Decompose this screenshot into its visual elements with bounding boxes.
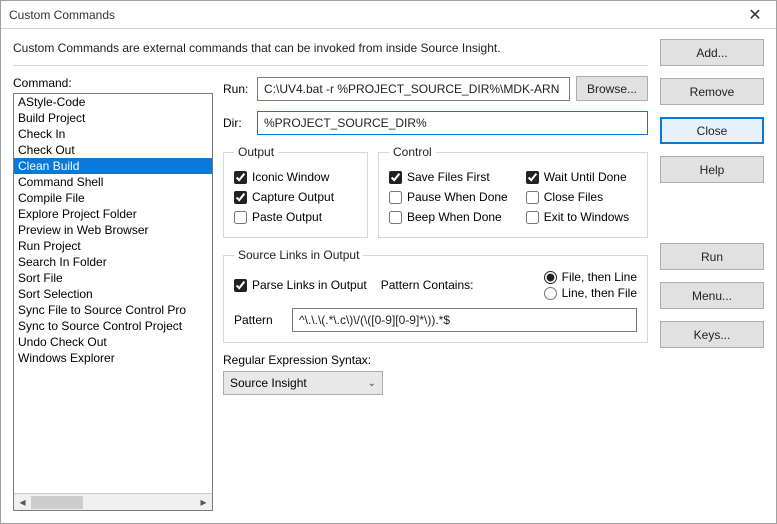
list-item[interactable]: Windows Explorer (14, 350, 212, 366)
close-icon[interactable]: ✕ (734, 1, 776, 29)
list-item[interactable]: Explore Project Folder (14, 206, 212, 222)
pause-when-done-check[interactable]: Pause When Done (389, 187, 508, 207)
window-title: Custom Commands (9, 8, 734, 22)
control-legend: Control (389, 145, 436, 159)
paste-output-check[interactable]: Paste Output (234, 207, 357, 227)
list-item[interactable]: Compile File (14, 190, 212, 206)
exit-to-windows-checkbox[interactable] (526, 211, 539, 224)
dir-input[interactable] (257, 111, 648, 135)
run-label: Run: (223, 82, 251, 96)
output-legend: Output (234, 145, 278, 159)
list-item[interactable]: Search In Folder (14, 254, 212, 270)
pattern-input[interactable] (292, 308, 637, 332)
source-links-legend: Source Links in Output (234, 248, 363, 262)
command-label: Command: (13, 76, 213, 90)
control-col-2: Wait Until Done Close Files Exit to Wind… (526, 167, 629, 227)
menu-button[interactable]: Menu... (660, 282, 764, 309)
list-item[interactable]: AStyle-Code (14, 94, 212, 110)
button-column: Add... Remove Close Help Run Menu... Key… (660, 39, 764, 511)
scroll-thumb[interactable] (31, 496, 83, 509)
list-item[interactable]: Check In (14, 126, 212, 142)
list-item[interactable]: Run Project (14, 238, 212, 254)
run-input[interactable] (257, 77, 570, 101)
capture-output-check[interactable]: Capture Output (234, 187, 357, 207)
source-links-top: Parse Links in Output Pattern Contains: … (234, 270, 637, 300)
horizontal-scrollbar[interactable]: ◂ ▸ (14, 493, 212, 510)
parse-links-checkbox[interactable] (234, 279, 247, 292)
settings-column: Run: Browse... Dir: Output Iconic Window… (223, 76, 648, 511)
wait-until-done-check[interactable]: Wait Until Done (526, 167, 629, 187)
body-row: Command: AStyle-CodeBuild ProjectCheck I… (13, 76, 648, 511)
command-listbox[interactable]: AStyle-CodeBuild ProjectCheck InCheck Ou… (13, 93, 213, 511)
regex-syntax-combo[interactable]: Source Insight ⌄ (223, 371, 383, 395)
list-item[interactable]: Sort Selection (14, 286, 212, 302)
list-item[interactable]: Sync to Source Control Project (14, 318, 212, 334)
pattern-contains-label: Pattern Contains: (381, 278, 474, 292)
custom-commands-dialog: Custom Commands ✕ Custom Commands are ex… (0, 0, 777, 524)
intro-text: Custom Commands are external commands th… (13, 41, 648, 55)
exit-to-windows-check[interactable]: Exit to Windows (526, 207, 629, 227)
capture-output-checkbox[interactable] (234, 191, 247, 204)
line-then-file-input[interactable] (544, 287, 557, 300)
list-item[interactable]: Sort File (14, 270, 212, 286)
paste-output-checkbox[interactable] (234, 211, 247, 224)
beep-when-done-checkbox[interactable] (389, 211, 402, 224)
control-fieldset: Control Save Files First Pause When Done… (378, 145, 648, 238)
divider (13, 65, 648, 66)
remove-button[interactable]: Remove (660, 78, 764, 105)
run-button[interactable]: Run (660, 243, 764, 270)
close-files-checkbox[interactable] (526, 191, 539, 204)
help-button[interactable]: Help (660, 156, 764, 183)
pattern-radios: File, then Line Line, then File (544, 270, 637, 300)
browse-button[interactable]: Browse... (576, 76, 648, 101)
list-item[interactable]: Check Out (14, 142, 212, 158)
line-then-file-radio[interactable]: Line, then File (544, 286, 637, 300)
save-files-checkbox[interactable] (389, 171, 402, 184)
close-files-check[interactable]: Close Files (526, 187, 629, 207)
list-item[interactable]: Build Project (14, 110, 212, 126)
keys-button[interactable]: Keys... (660, 321, 764, 348)
wait-until-done-checkbox[interactable] (526, 171, 539, 184)
pattern-row: Pattern (234, 308, 637, 332)
command-list-items: AStyle-CodeBuild ProjectCheck InCheck Ou… (14, 94, 212, 493)
beep-when-done-check[interactable]: Beep When Done (389, 207, 508, 227)
save-files-check[interactable]: Save Files First (389, 167, 508, 187)
scroll-left-icon[interactable]: ◂ (14, 494, 31, 511)
output-fieldset: Output Iconic Window Capture Output Past… (223, 145, 368, 238)
scroll-right-icon[interactable]: ▸ (195, 494, 212, 511)
pattern-label: Pattern (234, 313, 284, 327)
file-then-line-radio[interactable]: File, then Line (544, 270, 637, 284)
run-row: Run: Browse... (223, 76, 648, 101)
dir-row: Dir: (223, 111, 648, 135)
dialog-content: Custom Commands are external commands th… (1, 29, 776, 523)
dir-label: Dir: (223, 116, 251, 130)
add-button[interactable]: Add... (660, 39, 764, 66)
regex-label: Regular Expression Syntax: (223, 353, 648, 367)
regex-syntax-value: Source Insight (230, 376, 307, 390)
output-control-row: Output Iconic Window Capture Output Past… (223, 145, 648, 238)
close-button[interactable]: Close (660, 117, 764, 144)
regex-row: Regular Expression Syntax: Source Insigh… (223, 353, 648, 395)
list-item[interactable]: Preview in Web Browser (14, 222, 212, 238)
titlebar: Custom Commands ✕ (1, 1, 776, 29)
scroll-track[interactable] (31, 494, 195, 511)
source-links-fieldset: Source Links in Output Parse Links in Ou… (223, 248, 648, 343)
control-columns: Save Files First Pause When Done Beep Wh… (389, 167, 637, 227)
file-then-line-input[interactable] (544, 271, 557, 284)
command-column: Command: AStyle-CodeBuild ProjectCheck I… (13, 76, 213, 511)
pause-when-done-checkbox[interactable] (389, 191, 402, 204)
chevron-down-icon: ⌄ (368, 378, 376, 389)
list-item[interactable]: Sync File to Source Control Pro (14, 302, 212, 318)
parse-links-check[interactable]: Parse Links in Output (234, 275, 367, 295)
iconic-window-check[interactable]: Iconic Window (234, 167, 357, 187)
list-item[interactable]: Command Shell (14, 174, 212, 190)
iconic-window-checkbox[interactable] (234, 171, 247, 184)
list-item[interactable]: Undo Check Out (14, 334, 212, 350)
main-area: Custom Commands are external commands th… (13, 39, 648, 511)
list-item[interactable]: Clean Build (14, 158, 212, 174)
control-col-1: Save Files First Pause When Done Beep Wh… (389, 167, 508, 227)
